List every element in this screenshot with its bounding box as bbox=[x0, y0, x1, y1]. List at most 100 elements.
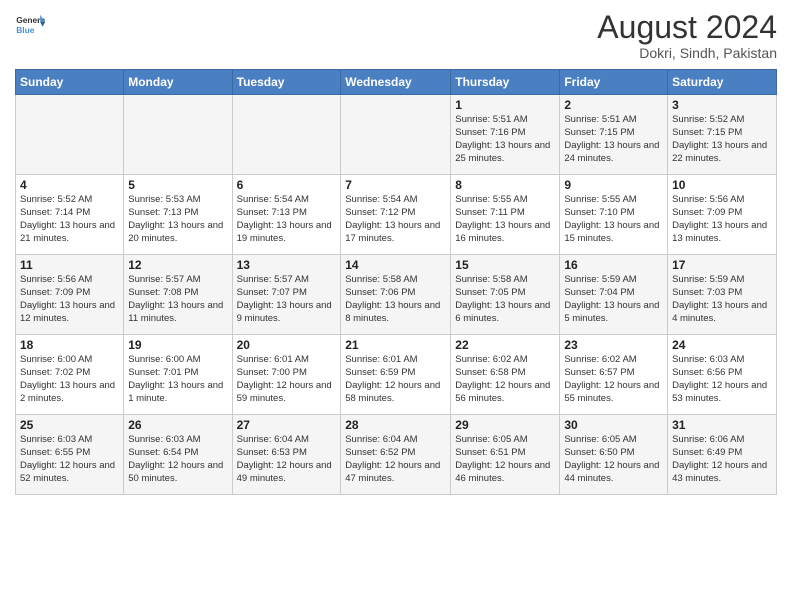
calendar-day-cell: 24 Sunrise: 6:03 AM Sunset: 6:56 PM Dayli… bbox=[668, 335, 777, 415]
header: General Blue August 2024 Dokri, Sindh, P… bbox=[15, 10, 777, 61]
day-number: 2 bbox=[564, 98, 663, 112]
calendar-day-cell: 21Sunrise: 6:01 AM Sunset: 6:59 PM Dayli… bbox=[341, 335, 451, 415]
calendar-day-cell: 2 Sunrise: 5:51 AM Sunset: 7:15 PM Daylig… bbox=[560, 95, 668, 175]
day-info: Sunrise: 5:56 AM Sunset: 7:09 PM Dayligh… bbox=[672, 194, 772, 245]
day-number: 17 bbox=[672, 258, 772, 272]
day-info: Sunrise: 5:57 AM Sunset: 7:08 PM Dayligh… bbox=[128, 274, 227, 325]
day-number: 9 bbox=[564, 178, 663, 192]
calendar-day-cell: 3 Sunrise: 5:52 AM Sunset: 7:15 PM Daylig… bbox=[668, 95, 777, 175]
weekday-header-cell: Wednesday bbox=[341, 70, 451, 95]
day-info: Sunrise: 6:03 AM Sunset: 6:56 PM Dayligh… bbox=[672, 354, 772, 405]
day-number: 10 bbox=[672, 178, 772, 192]
day-info: Sunrise: 5:53 AM Sunset: 7:13 PM Dayligh… bbox=[128, 194, 227, 245]
calendar-day-cell: 1 Sunrise: 5:51 AM Sunset: 7:16 PM Daylig… bbox=[451, 95, 560, 175]
calendar-day-cell: 16 Sunrise: 5:59 AM Sunset: 7:04 PM Dayli… bbox=[560, 255, 668, 335]
calendar-day-cell: 9 Sunrise: 5:55 AM Sunset: 7:10 PM Daylig… bbox=[560, 175, 668, 255]
calendar-day-cell: 15Sunrise: 5:58 AM Sunset: 7:05 PM Dayli… bbox=[451, 255, 560, 335]
day-number: 30 bbox=[564, 418, 663, 432]
title-area: August 2024 Dokri, Sindh, Pakistan bbox=[597, 10, 777, 61]
day-number: 4 bbox=[20, 178, 119, 192]
calendar-day-cell: 28 Sunrise: 6:04 AM Sunset: 6:52 PM Dayli… bbox=[341, 415, 451, 495]
weekday-header-cell: Monday bbox=[124, 70, 232, 95]
day-number: 19 bbox=[128, 338, 227, 352]
calendar-body: 1 Sunrise: 5:51 AM Sunset: 7:16 PM Daylig… bbox=[16, 95, 777, 495]
day-number: 12 bbox=[128, 258, 227, 272]
day-number: 6 bbox=[237, 178, 337, 192]
calendar-week-row: 25 Sunrise: 6:03 AM Sunset: 6:55 PM Dayli… bbox=[16, 415, 777, 495]
day-number: 27 bbox=[237, 418, 337, 432]
day-number: 24 bbox=[672, 338, 772, 352]
calendar-day-cell: 26 Sunrise: 6:03 AM Sunset: 6:54 PM Dayli… bbox=[124, 415, 232, 495]
calendar-day-cell: 4Sunrise: 5:52 AM Sunset: 7:14 PM Daylig… bbox=[16, 175, 124, 255]
calendar-day-cell: 30 Sunrise: 6:05 AM Sunset: 6:50 PM Dayli… bbox=[560, 415, 668, 495]
day-info: Sunrise: 5:51 AM Sunset: 7:15 PM Dayligh… bbox=[564, 114, 663, 165]
day-number: 5 bbox=[128, 178, 227, 192]
calendar-week-row: 18Sunrise: 6:00 AM Sunset: 7:02 PM Dayli… bbox=[16, 335, 777, 415]
day-number: 8 bbox=[455, 178, 555, 192]
day-number: 15 bbox=[455, 258, 555, 272]
day-info: Sunrise: 5:56 AM Sunset: 7:09 PM Dayligh… bbox=[20, 274, 119, 325]
calendar-day-cell: 8Sunrise: 5:55 AM Sunset: 7:11 PM Daylig… bbox=[451, 175, 560, 255]
day-number: 29 bbox=[455, 418, 555, 432]
weekday-header-cell: Saturday bbox=[668, 70, 777, 95]
calendar-day-cell: 12 Sunrise: 5:57 AM Sunset: 7:08 PM Dayli… bbox=[124, 255, 232, 335]
day-info: Sunrise: 5:55 AM Sunset: 7:10 PM Dayligh… bbox=[564, 194, 663, 245]
calendar-day-cell: 5 Sunrise: 5:53 AM Sunset: 7:13 PM Daylig… bbox=[124, 175, 232, 255]
day-info: Sunrise: 6:05 AM Sunset: 6:51 PM Dayligh… bbox=[455, 434, 555, 485]
month-title: August 2024 bbox=[597, 10, 777, 45]
calendar-day-cell: 29 Sunrise: 6:05 AM Sunset: 6:51 PM Dayli… bbox=[451, 415, 560, 495]
day-number: 7 bbox=[345, 178, 446, 192]
day-info: Sunrise: 6:00 AM Sunset: 7:01 PM Dayligh… bbox=[128, 354, 227, 405]
day-info: Sunrise: 5:58 AM Sunset: 7:06 PM Dayligh… bbox=[345, 274, 446, 325]
calendar-day-cell: 25 Sunrise: 6:03 AM Sunset: 6:55 PM Dayli… bbox=[16, 415, 124, 495]
calendar-day-cell bbox=[341, 95, 451, 175]
page-container: General Blue August 2024 Dokri, Sindh, P… bbox=[0, 0, 792, 505]
day-info: Sunrise: 6:03 AM Sunset: 6:55 PM Dayligh… bbox=[20, 434, 119, 485]
day-number: 26 bbox=[128, 418, 227, 432]
calendar-day-cell bbox=[232, 95, 341, 175]
calendar-day-cell: 17 Sunrise: 5:59 AM Sunset: 7:03 PM Dayli… bbox=[668, 255, 777, 335]
location: Dokri, Sindh, Pakistan bbox=[597, 45, 777, 61]
day-number: 28 bbox=[345, 418, 446, 432]
calendar-day-cell bbox=[124, 95, 232, 175]
calendar-day-cell: 22 Sunrise: 6:02 AM Sunset: 6:58 PM Dayli… bbox=[451, 335, 560, 415]
calendar-day-cell: 18Sunrise: 6:00 AM Sunset: 7:02 PM Dayli… bbox=[16, 335, 124, 415]
day-number: 3 bbox=[672, 98, 772, 112]
day-number: 1 bbox=[455, 98, 555, 112]
day-info: Sunrise: 6:01 AM Sunset: 7:00 PM Dayligh… bbox=[237, 354, 337, 405]
day-info: Sunrise: 6:05 AM Sunset: 6:50 PM Dayligh… bbox=[564, 434, 663, 485]
day-number: 13 bbox=[237, 258, 337, 272]
calendar-day-cell: 19 Sunrise: 6:00 AM Sunset: 7:01 PM Dayli… bbox=[124, 335, 232, 415]
day-info: Sunrise: 5:54 AM Sunset: 7:13 PM Dayligh… bbox=[237, 194, 337, 245]
day-info: Sunrise: 5:51 AM Sunset: 7:16 PM Dayligh… bbox=[455, 114, 555, 165]
day-info: Sunrise: 6:02 AM Sunset: 6:58 PM Dayligh… bbox=[455, 354, 555, 405]
day-number: 16 bbox=[564, 258, 663, 272]
calendar-day-cell: 20Sunrise: 6:01 AM Sunset: 7:00 PM Dayli… bbox=[232, 335, 341, 415]
day-info: Sunrise: 6:04 AM Sunset: 6:52 PM Dayligh… bbox=[345, 434, 446, 485]
day-info: Sunrise: 5:52 AM Sunset: 7:15 PM Dayligh… bbox=[672, 114, 772, 165]
calendar-day-cell: 6 Sunrise: 5:54 AM Sunset: 7:13 PM Daylig… bbox=[232, 175, 341, 255]
weekday-header-cell: Tuesday bbox=[232, 70, 341, 95]
day-number: 22 bbox=[455, 338, 555, 352]
day-info: Sunrise: 6:00 AM Sunset: 7:02 PM Dayligh… bbox=[20, 354, 119, 405]
day-info: Sunrise: 5:54 AM Sunset: 7:12 PM Dayligh… bbox=[345, 194, 446, 245]
weekday-header-cell: Thursday bbox=[451, 70, 560, 95]
calendar-table: SundayMondayTuesdayWednesdayThursdayFrid… bbox=[15, 69, 777, 495]
day-info: Sunrise: 5:59 AM Sunset: 7:04 PM Dayligh… bbox=[564, 274, 663, 325]
day-info: Sunrise: 6:06 AM Sunset: 6:49 PM Dayligh… bbox=[672, 434, 772, 485]
day-number: 31 bbox=[672, 418, 772, 432]
day-number: 21 bbox=[345, 338, 446, 352]
day-number: 11 bbox=[20, 258, 119, 272]
calendar-week-row: 11 Sunrise: 5:56 AM Sunset: 7:09 PM Dayli… bbox=[16, 255, 777, 335]
weekday-header-cell: Friday bbox=[560, 70, 668, 95]
day-info: Sunrise: 5:59 AM Sunset: 7:03 PM Dayligh… bbox=[672, 274, 772, 325]
day-info: Sunrise: 6:02 AM Sunset: 6:57 PM Dayligh… bbox=[564, 354, 663, 405]
calendar-day-cell: 27 Sunrise: 6:04 AM Sunset: 6:53 PM Dayli… bbox=[232, 415, 341, 495]
calendar-day-cell: 31 Sunrise: 6:06 AM Sunset: 6:49 PM Dayli… bbox=[668, 415, 777, 495]
day-info: Sunrise: 6:04 AM Sunset: 6:53 PM Dayligh… bbox=[237, 434, 337, 485]
day-info: Sunrise: 6:03 AM Sunset: 6:54 PM Dayligh… bbox=[128, 434, 227, 485]
day-number: 25 bbox=[20, 418, 119, 432]
weekday-header-cell: Sunday bbox=[16, 70, 124, 95]
calendar-week-row: 1 Sunrise: 5:51 AM Sunset: 7:16 PM Daylig… bbox=[16, 95, 777, 175]
calendar-day-cell: 7 Sunrise: 5:54 AM Sunset: 7:12 PM Daylig… bbox=[341, 175, 451, 255]
